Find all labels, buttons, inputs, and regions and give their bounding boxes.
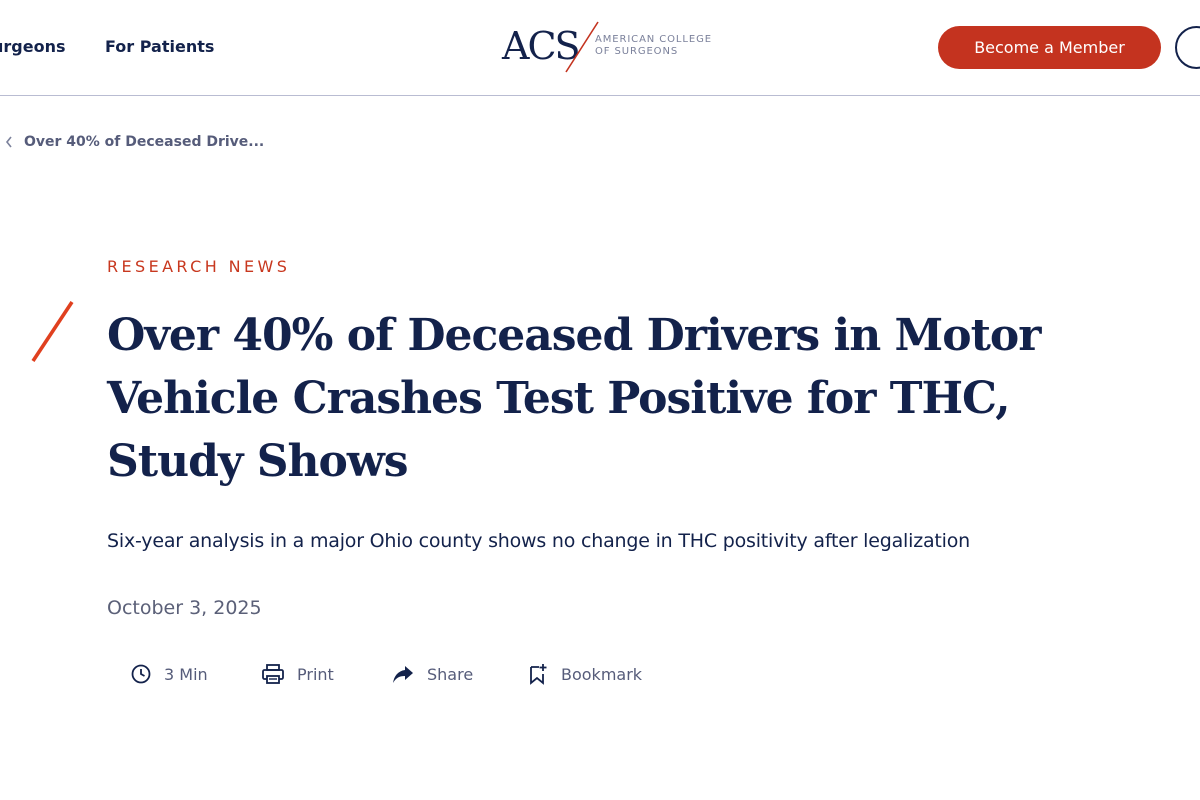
share-button[interactable]: Share [391, 660, 473, 688]
become-member-button[interactable]: Become a Member [938, 26, 1161, 69]
accent-slash-icon [31, 301, 74, 362]
logo-line-1: AMERICAN COLLEGE [595, 34, 712, 45]
article-title: Over 40% of Deceased Drivers in Motor Ve… [107, 310, 1041, 487]
account-button[interactable] [1175, 26, 1200, 69]
printer-icon [262, 664, 284, 684]
logo-line-2: OF SURGEONS [595, 46, 679, 57]
bookmark-label[interactable]: Bookmark [561, 665, 642, 684]
site-header: urgeons For Patients ACS AMERICAN COLLEG… [0, 0, 1200, 96]
article-date: October 3, 2025 [107, 597, 262, 619]
read-time: 3 Min [130, 660, 208, 688]
breadcrumb[interactable]: Over 40% of Deceased Drive... [4, 134, 264, 150]
nav-link-surgeons[interactable]: urgeons [0, 37, 66, 56]
nav-link-for-patients[interactable]: For Patients [105, 37, 214, 56]
article-category: RESEARCH NEWS [107, 257, 291, 276]
print-label[interactable]: Print [297, 665, 334, 684]
article-subtitle: Six-year analysis in a major Ohio county… [107, 530, 971, 552]
share-arrow-icon [393, 666, 413, 683]
bookmark-add-icon [530, 664, 547, 685]
clock-icon [131, 664, 151, 684]
acs-logo[interactable]: ACS AMERICAN COLLEGE OF SURGEONS [502, 20, 732, 76]
chevron-left-icon [5, 136, 12, 148]
article-actions: 3 Min Print Share Bookmark [0, 660, 1200, 688]
print-button[interactable]: Print [261, 660, 334, 688]
share-label[interactable]: Share [427, 665, 473, 684]
read-time-label: 3 Min [164, 664, 208, 684]
breadcrumb-label[interactable]: Over 40% of Deceased Drive... [24, 134, 264, 150]
bookmark-button[interactable]: Bookmark [527, 660, 642, 688]
logo-wordmark: AMERICAN COLLEGE OF SURGEONS [595, 34, 712, 58]
